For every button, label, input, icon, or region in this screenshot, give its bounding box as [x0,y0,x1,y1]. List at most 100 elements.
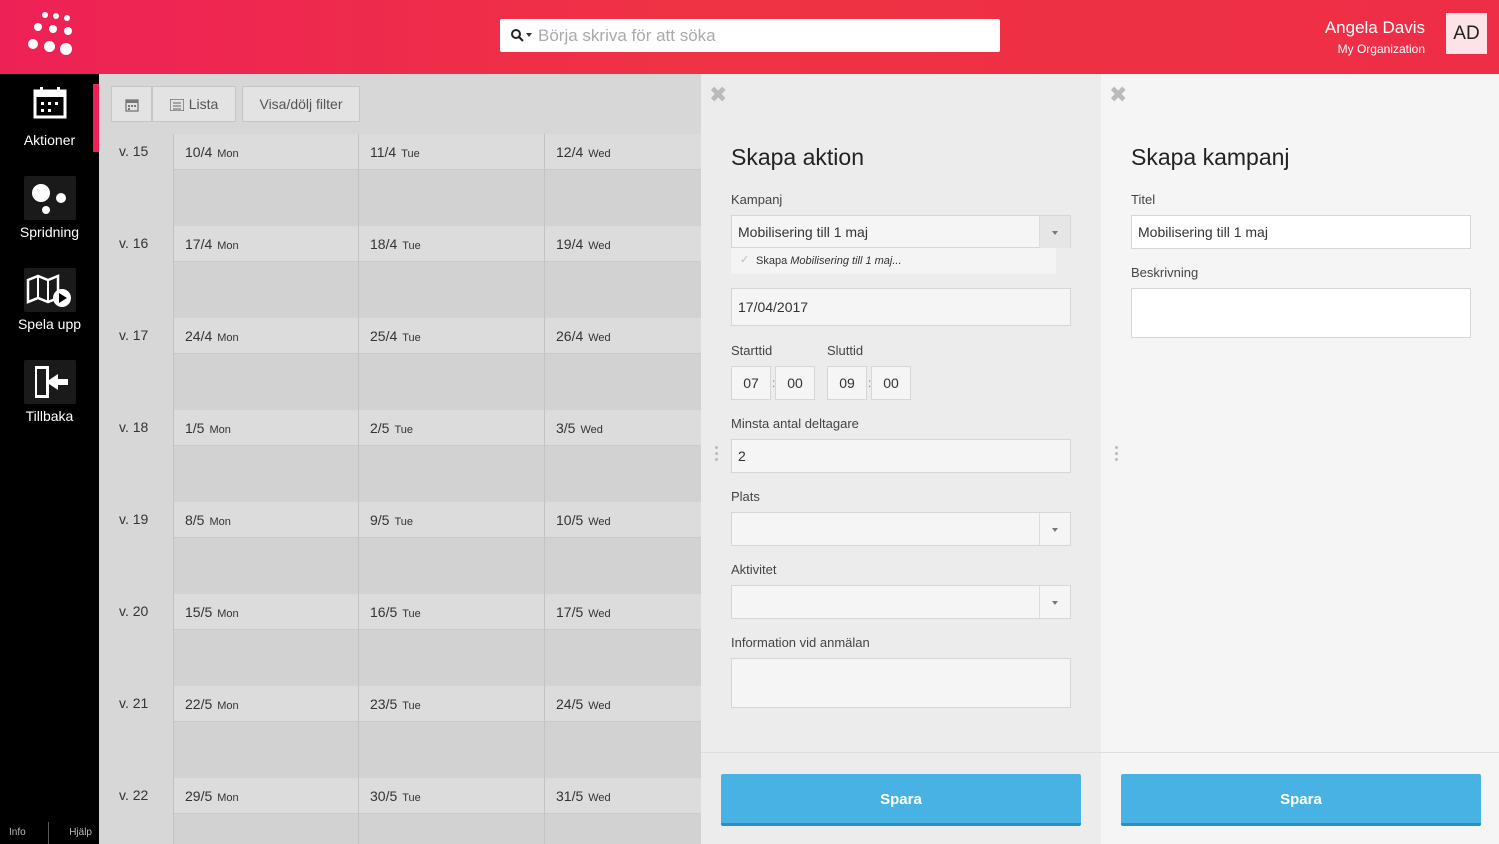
day-cell[interactable]: 26/4 Wed [544,318,701,410]
day-header: 30/5 Tue [359,778,544,814]
search-dropdown-icon[interactable] [526,33,532,37]
search-input[interactable] [538,23,988,48]
day-name: Tue [394,516,414,528]
campaign-suggestion[interactable]: ✓ Skapa Mobilisering till 1 maj... [731,248,1056,274]
user-info[interactable]: Angela Davis My Organization [1325,18,1425,60]
day-cell[interactable]: 10/4 Mon [173,134,358,226]
start-hour-input[interactable]: 07 [731,366,771,400]
list-view-button[interactable]: Lista [152,86,236,122]
date-field[interactable]: 17/04/2017 [731,288,1071,326]
day-name: Wed [588,148,611,160]
avatar[interactable]: AD [1446,13,1487,54]
place-select[interactable] [731,512,1071,546]
week-label: v. 16 [119,235,149,251]
day-cell[interactable]: 24/5 Wed [544,686,701,778]
footer-divider [48,822,49,844]
day-cell[interactable]: 10/5 Wed [544,502,701,594]
day-cell[interactable]: 12/4 Wed [544,134,701,226]
day-cell[interactable]: 11/4 Tue [358,134,544,226]
sidebar-footer: Info Hjälp [0,822,99,844]
day-date: 11/4 [370,144,397,160]
start-minute-input[interactable]: 00 [775,366,815,400]
day-cell[interactable]: 9/5 Tue [358,502,544,594]
info-link[interactable]: Info [9,827,26,838]
sidebar-item-spridning[interactable]: Spridning [0,166,99,258]
panel-title: Skapa kampanj [1131,144,1290,170]
day-cell[interactable]: 8/5 Mon [173,502,358,594]
chevron-down-icon[interactable] [1039,586,1070,618]
sidebar-item-spela-upp[interactable]: Spela upp [0,258,99,350]
day-cell[interactable]: 3/5 Wed [544,410,701,502]
search-bar[interactable] [500,19,1000,52]
min-participants-input[interactable]: 2 [731,439,1071,473]
day-cell[interactable]: 16/5 Tue [358,594,544,686]
day-cell[interactable]: 15/5 Mon [173,594,358,686]
day-cell[interactable]: 29/5 Mon [173,778,358,844]
day-header: 15/5 Mon [174,594,358,630]
day-header: 1/5 Mon [174,410,358,446]
day-cell[interactable]: 1/5 Mon [173,410,358,502]
top-bar: Angela Davis My Organization AD [0,0,1499,74]
sidebar-label-spela-upp: Spela upp [17,316,82,332]
signup-info-textarea[interactable] [731,658,1071,708]
chevron-down-icon[interactable] [1039,513,1070,545]
drag-handle[interactable] [1115,446,1119,464]
description-textarea[interactable] [1131,288,1471,338]
day-header: 2/5 Tue [359,410,544,446]
end-minute-input[interactable]: 00 [871,366,911,400]
day-date: 8/5 [185,512,205,528]
day-date: 17/5 [556,604,584,620]
week-label: v. 17 [119,327,149,343]
save-button[interactable]: Spara [1121,774,1481,826]
close-icon[interactable]: ✖ [1109,84,1127,106]
day-cell[interactable]: 2/5 Tue [358,410,544,502]
day-cell[interactable]: 18/4 Tue [358,226,544,318]
close-icon[interactable]: ✖ [709,84,727,106]
sidebar-item-aktioner[interactable]: Aktioner [0,74,99,166]
campaign-select[interactable]: Mobilisering till 1 maj [731,215,1071,248]
save-button[interactable]: Spara [721,774,1081,826]
day-header: 9/5 Tue [359,502,544,538]
end-hour-input[interactable]: 09 [827,366,867,400]
day-cell[interactable]: 23/5 Tue [358,686,544,778]
logo[interactable] [24,12,84,62]
chevron-down-icon[interactable] [1039,216,1070,248]
day-cell[interactable]: 22/5 Mon [173,686,358,778]
week-row: v. 20 15/5 Mon 16/5 Tue 17/5 Wed [99,594,701,686]
day-date: 29/5 [185,788,213,804]
day-cell[interactable]: 24/4 Mon [173,318,358,410]
day-cell[interactable]: 30/5 Tue [358,778,544,844]
day-header: 18/4 Tue [359,226,544,262]
description-label: Beskrivning [1131,265,1199,280]
calendar-small-icon [124,99,139,112]
day-cell[interactable]: 25/4 Tue [358,318,544,410]
sidebar-item-tillbaka[interactable]: Tillbaka [0,350,99,442]
campaign-value: Mobilisering till 1 maj [738,224,868,240]
calendar-view-button[interactable] [111,86,152,122]
help-link[interactable]: Hjälp [69,827,92,838]
week-label: v. 21 [119,695,149,711]
day-header: 11/4 Tue [359,134,544,170]
day-header: 3/5 Wed [545,410,701,446]
day-cell[interactable]: 31/5 Wed [544,778,701,844]
user-name: Angela Davis [1324,18,1425,37]
day-cell[interactable]: 17/4 Mon [173,226,358,318]
day-header: 26/4 Wed [545,318,701,354]
day-header: 16/5 Tue [359,594,544,630]
title-input[interactable]: Mobilisering till 1 maj [1131,215,1471,249]
day-name: Wed [588,332,611,344]
day-cell[interactable]: 17/5 Wed [544,594,701,686]
day-name: Mon [217,148,239,160]
map-play-icon [24,268,76,312]
day-date: 22/5 [185,696,213,712]
activity-select[interactable] [731,585,1071,619]
day-date: 31/5 [556,788,584,804]
suggestion-name: Mobilisering till 1 maj... [790,255,902,267]
day-cell[interactable]: 19/4 Wed [544,226,701,318]
drag-handle[interactable] [715,446,719,464]
day-date: 2/5 [370,420,390,436]
week-row: v. 19 8/5 Mon 9/5 Tue 10/5 Wed [99,502,701,594]
day-date: 9/5 [370,512,390,528]
toggle-filter-button[interactable]: Visa/dölj filter [242,86,360,122]
min-participants-label: Minsta antal deltagare [731,416,859,431]
